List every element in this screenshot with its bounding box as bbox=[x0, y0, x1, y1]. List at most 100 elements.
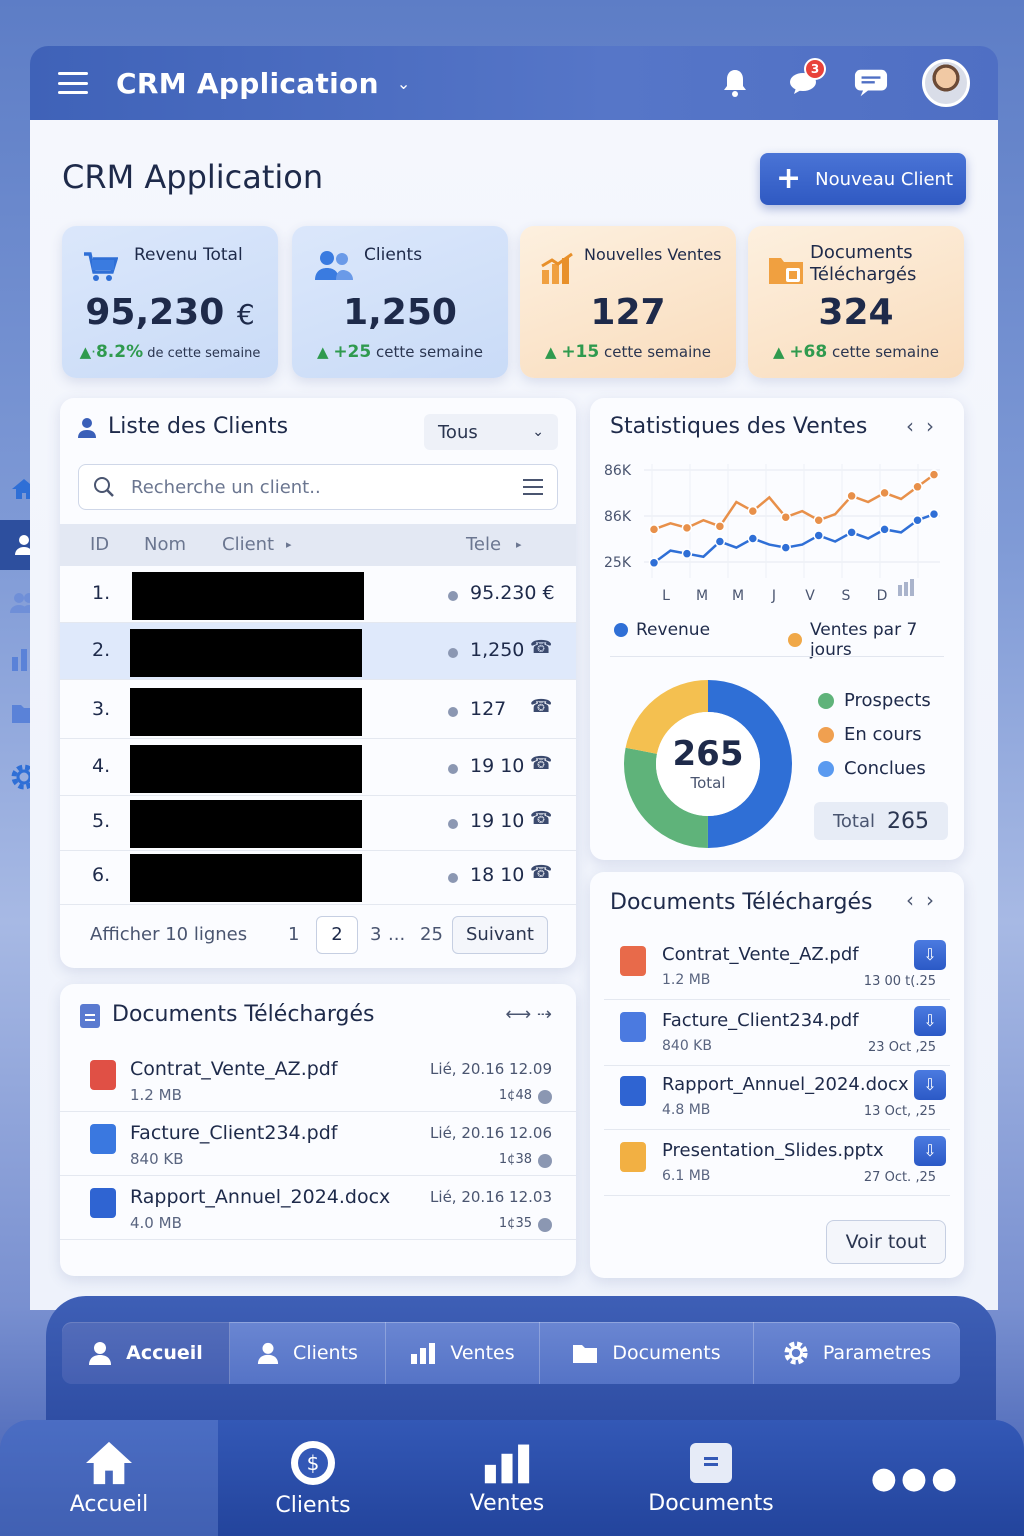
docs-nav-arrows[interactable]: ‹› bbox=[906, 888, 946, 912]
clients-filter-select[interactable]: Tous ⌄ bbox=[424, 414, 558, 450]
phone-icon[interactable]: ☎ bbox=[530, 808, 552, 829]
more-menu[interactable]: ●●● bbox=[816, 1420, 1016, 1536]
table-row[interactable]: 6. 18 10 ☎ bbox=[60, 848, 576, 905]
data-point[interactable] bbox=[747, 533, 759, 544]
phone-icon[interactable]: ☎ bbox=[530, 696, 552, 717]
data-point[interactable] bbox=[846, 490, 857, 502]
table-row[interactable]: 2. 1,250 ☎ bbox=[60, 623, 576, 680]
data-point[interactable] bbox=[648, 524, 660, 535]
col-phone[interactable]: Tele bbox=[466, 534, 501, 555]
stat-label: Clients bbox=[364, 245, 423, 265]
document-row[interactable]: Facture_Client234.pdf 840 KB Lié, 20.16 … bbox=[60, 1112, 576, 1176]
data-point[interactable] bbox=[681, 522, 693, 534]
data-point[interactable] bbox=[747, 505, 759, 517]
document-row[interactable]: Rapport_Annuel_2024.docx 4.8 MB 13 Oct, … bbox=[604, 1064, 950, 1130]
next-page-button[interactable]: Suivant bbox=[452, 916, 548, 954]
bell-icon[interactable] bbox=[718, 66, 752, 100]
document-row[interactable]: Facture_Client234.pdf 840 KB 23 Oct ‚25 … bbox=[604, 1000, 950, 1066]
document-row[interactable]: Presentation_Slides.pptx 6.1 MB 27 Oct. … bbox=[604, 1130, 950, 1196]
filter-icon[interactable] bbox=[523, 479, 543, 495]
sort-icon[interactable]: ▸ bbox=[516, 538, 522, 551]
subnav-ventes[interactable]: Ventes bbox=[386, 1322, 540, 1384]
page-25[interactable]: 25 bbox=[420, 924, 443, 945]
col-client[interactable]: Client bbox=[222, 534, 274, 555]
tab-documents[interactable]: Documents bbox=[606, 1420, 816, 1536]
col-id[interactable]: ID bbox=[90, 534, 109, 555]
page-1[interactable]: 1 bbox=[288, 924, 299, 945]
data-point[interactable] bbox=[879, 487, 890, 499]
stat-trend: ▲·8.2% de cette semaine bbox=[79, 342, 261, 362]
download-icon[interactable]: ⇩ bbox=[914, 1006, 946, 1036]
see-all-button[interactable]: Voir tout bbox=[826, 1220, 946, 1264]
phone-icon[interactable]: ☎ bbox=[530, 637, 552, 658]
stat-card-documents[interactable]: Documents Téléchargés 324 ▲ +68 cette se… bbox=[748, 226, 964, 378]
chart-nav-arrows[interactable]: ‹› bbox=[906, 414, 946, 438]
x-tick-label: M bbox=[696, 588, 708, 604]
data-point[interactable] bbox=[648, 557, 660, 569]
user-avatar[interactable] bbox=[922, 59, 970, 107]
stat-card-revenue[interactable]: Revenu Total 95,230 € ▲·8.2% de cette se… bbox=[62, 226, 278, 378]
status-dot bbox=[448, 707, 458, 717]
data-point[interactable] bbox=[681, 548, 693, 559]
file-size: 1.2 MB bbox=[662, 972, 711, 988]
hamburger-menu-icon[interactable] bbox=[58, 72, 88, 94]
data-point[interactable] bbox=[928, 508, 940, 520]
data-point[interactable] bbox=[813, 514, 824, 526]
download-icon[interactable]: ⇩ bbox=[914, 1070, 946, 1100]
table-row[interactable]: 4. 19 10 ☎ bbox=[60, 739, 576, 796]
document-row[interactable]: Rapport_Annuel_2024.docx 4.0 MB Lié, 20.… bbox=[60, 1176, 576, 1240]
phone-icon[interactable]: ☎ bbox=[530, 753, 552, 774]
page-3[interactable]: 3 bbox=[370, 924, 381, 945]
data-point[interactable] bbox=[879, 524, 890, 535]
data-point[interactable] bbox=[780, 511, 792, 523]
stat-card-sales[interactable]: Nouvelles Ventes 127 ▲ +15 cette semaine bbox=[520, 226, 736, 378]
data-point[interactable] bbox=[780, 542, 792, 553]
table-row[interactable]: 3. 127 ☎ bbox=[60, 682, 576, 739]
cart-icon bbox=[84, 252, 118, 281]
data-point[interactable] bbox=[714, 536, 726, 547]
tab-accueil[interactable]: Accueil bbox=[0, 1420, 218, 1536]
page-2-current[interactable]: 2 bbox=[316, 916, 358, 954]
sales-title: Statistiques des Ventes bbox=[610, 414, 868, 439]
stat-card-clients[interactable]: Clients 1,250 ▲ +25 cette semaine bbox=[292, 226, 508, 378]
tab-clients[interactable]: $ Clients bbox=[218, 1420, 408, 1536]
subnav-documents[interactable]: Documents bbox=[540, 1322, 754, 1384]
subnav-clients[interactable]: Clients bbox=[230, 1322, 386, 1384]
client-search[interactable]: Recherche un client.. bbox=[78, 464, 558, 510]
data-point[interactable] bbox=[912, 514, 923, 526]
download-icon[interactable]: ⇩ bbox=[914, 1136, 946, 1166]
subnav-parametres[interactable]: Parametres bbox=[754, 1322, 960, 1384]
data-point[interactable] bbox=[846, 527, 857, 538]
share-icon[interactable]: ⟷ ⇢ bbox=[505, 1004, 552, 1025]
tab-ventes[interactable]: Ventes bbox=[408, 1420, 606, 1536]
data-point[interactable] bbox=[928, 469, 940, 480]
phone-icon[interactable]: ☎ bbox=[530, 862, 552, 883]
status-dot bbox=[448, 591, 458, 601]
row-value: 19 10 bbox=[470, 810, 525, 832]
bar-chart-icon bbox=[484, 1444, 530, 1483]
total-label: Total bbox=[832, 810, 876, 832]
legend-label: Revenue bbox=[636, 620, 711, 640]
table-row[interactable]: 5. 19 10 ☎ bbox=[60, 794, 576, 851]
download-icon[interactable]: ⇩ bbox=[914, 940, 946, 970]
col-name[interactable]: Nom bbox=[144, 534, 186, 555]
data-point[interactable] bbox=[912, 481, 923, 493]
rows-per-page[interactable]: Afficher 10 lignes bbox=[90, 924, 247, 945]
status-dot bbox=[448, 873, 458, 883]
chat-icon[interactable] bbox=[854, 66, 888, 100]
legend-dot bbox=[818, 726, 834, 743]
document-row[interactable]: Contrat_Vente_AZ.pdf 1.2 MB Lié, 20.16 1… bbox=[60, 1048, 576, 1112]
chevron-down-icon[interactable]: ⌄ bbox=[397, 74, 410, 93]
document-row[interactable]: Contrat_Vente_AZ.pdf 1.2 MB 13 00 t(.25 … bbox=[604, 934, 950, 1000]
notifications-icon[interactable]: 3 bbox=[786, 58, 826, 100]
data-point[interactable] bbox=[813, 530, 824, 541]
stat-trend: ▲ +15 cette semaine bbox=[545, 342, 711, 362]
file-size: 1.2 MB bbox=[130, 1086, 182, 1104]
data-point[interactable] bbox=[714, 521, 726, 532]
new-client-button[interactable]: + Nouveau Client bbox=[760, 153, 966, 205]
subnav-accueil[interactable]: Accueil bbox=[62, 1322, 230, 1384]
search-input[interactable]: Recherche un client.. bbox=[131, 477, 321, 498]
table-row[interactable]: 1. 95.230 € bbox=[60, 566, 576, 623]
sort-icon[interactable]: ▸ bbox=[286, 538, 292, 551]
row-id: 5. bbox=[92, 810, 111, 832]
